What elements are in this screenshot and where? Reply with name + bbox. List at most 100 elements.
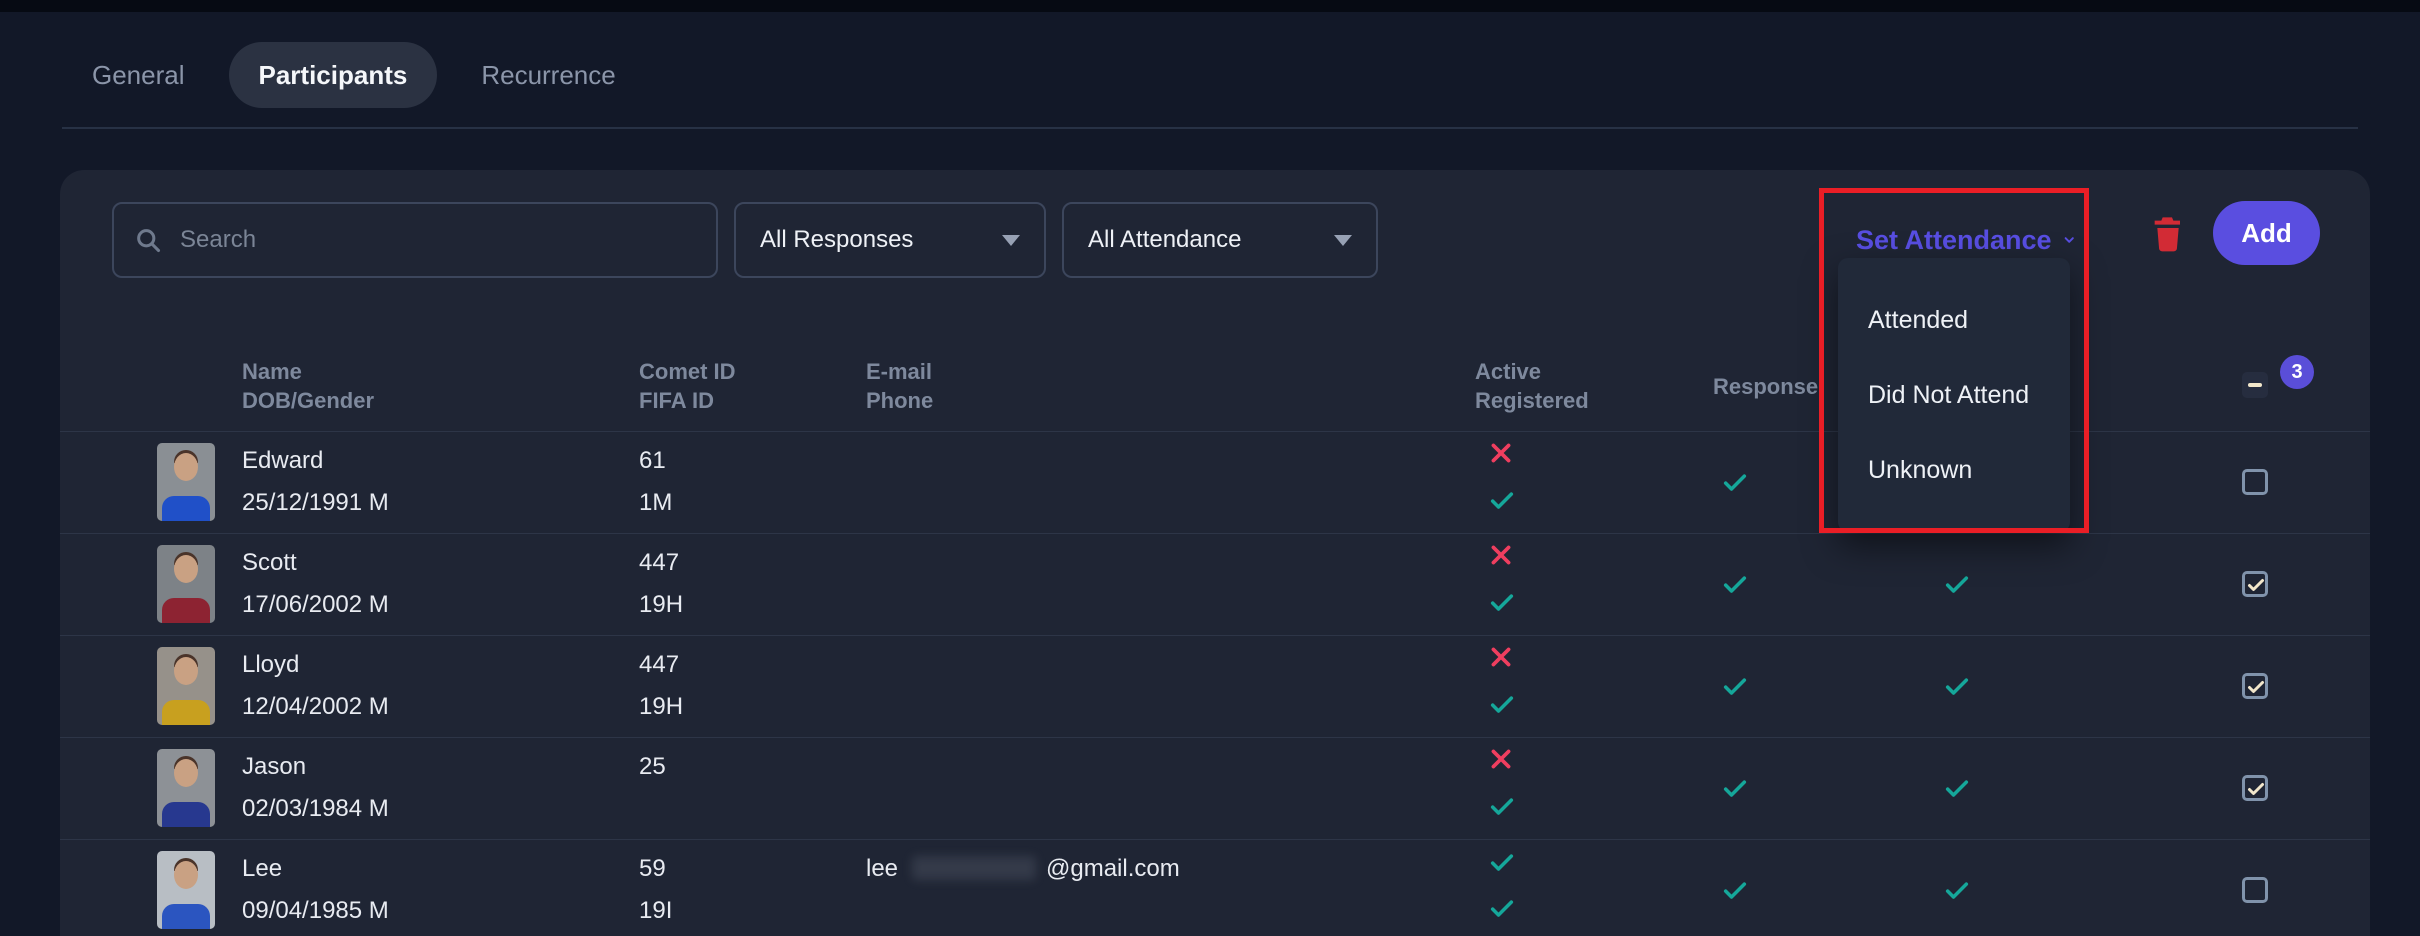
active-status-icon — [1488, 440, 1516, 468]
comet-id: 25 — [639, 752, 666, 782]
comet-id: 61 — [639, 446, 666, 476]
x-icon — [1488, 644, 1514, 670]
active-status-icon — [1488, 644, 1516, 672]
trash-icon[interactable] — [2152, 214, 2184, 254]
comet-id: 59 — [639, 854, 666, 884]
fifa-id: 1M — [639, 488, 672, 518]
attendance-filter-value: All Attendance — [1088, 226, 1241, 254]
header-name-dob: Name DOB/Gender — [242, 357, 374, 415]
responses-filter-select[interactable]: All Responses — [734, 202, 1046, 278]
registered-status-icon — [1488, 690, 1516, 718]
menu-item-did-not-attend[interactable]: Did Not Attend — [1838, 358, 2070, 433]
avatar — [157, 647, 215, 725]
menu-item-unknown[interactable]: Unknown — [1838, 433, 2070, 508]
check-icon — [1721, 468, 1749, 496]
header-email-phone: E-mail Phone — [866, 357, 933, 415]
tab-recurrence[interactable]: Recurrence — [451, 42, 645, 108]
tab-participants[interactable]: Participants — [229, 42, 438, 108]
attendance-status-icon — [1943, 672, 1971, 700]
check-icon — [1721, 570, 1749, 598]
registered-status-icon — [1488, 792, 1516, 820]
response-status-icon — [1721, 570, 1749, 598]
check-icon — [1943, 876, 1971, 904]
attendance-status-icon — [1943, 774, 1971, 802]
check-icon — [1488, 848, 1516, 876]
avatar — [157, 749, 215, 827]
checkmark-icon — [2246, 575, 2266, 595]
check-icon — [1943, 774, 1971, 802]
row-checkbox[interactable] — [2242, 775, 2268, 801]
participant-name: Lee — [242, 854, 282, 884]
row-checkbox[interactable] — [2242, 877, 2268, 903]
x-icon — [1488, 746, 1514, 772]
participant-name: Jason — [242, 752, 306, 782]
participant-name: Edward — [242, 446, 323, 476]
check-icon — [1488, 690, 1516, 718]
participant-dob-gender: 09/04/1985 M — [242, 896, 389, 926]
avatar — [157, 851, 215, 929]
tabs: GeneralParticipantsRecurrence — [62, 42, 646, 108]
set-attendance-label: Set Attendance — [1856, 225, 2052, 256]
header-comet-fifa: Comet ID FIFA ID — [639, 357, 736, 415]
avatar — [157, 545, 215, 623]
checkmark-icon — [2246, 779, 2266, 799]
add-button[interactable]: Add — [2213, 201, 2320, 265]
x-icon — [1488, 440, 1514, 466]
search-icon — [134, 226, 162, 254]
search-box[interactable] — [112, 202, 718, 278]
check-icon — [1721, 876, 1749, 904]
check-icon — [1721, 672, 1749, 700]
check-icon — [1943, 570, 1971, 598]
header-active-registered: Active Registered — [1475, 357, 1589, 415]
email-prefix: lee — [866, 854, 898, 884]
participant-name: Lloyd — [242, 650, 299, 680]
registered-status-icon — [1488, 894, 1516, 922]
check-icon — [1488, 792, 1516, 820]
set-attendance-menu: AttendedDid Not AttendUnknown — [1838, 258, 2070, 532]
fifa-id: 19H — [639, 692, 683, 722]
participant-dob-gender: 17/06/2002 M — [242, 590, 389, 620]
active-status-icon — [1488, 542, 1516, 570]
window-top-strip — [0, 0, 2420, 12]
check-icon — [1943, 672, 1971, 700]
table-row[interactable]: Lloyd 12/04/2002 M 447 19H — [60, 635, 2370, 737]
attendance-filter-select[interactable]: All Attendance — [1062, 202, 1378, 278]
response-status-icon — [1721, 468, 1749, 496]
participant-dob-gender: 12/04/2002 M — [242, 692, 389, 722]
registered-status-icon — [1488, 486, 1516, 514]
caret-down-icon — [1002, 235, 1020, 246]
x-icon — [1488, 542, 1514, 568]
search-input[interactable] — [178, 225, 696, 255]
comet-id: 447 — [639, 650, 679, 680]
response-status-icon — [1721, 672, 1749, 700]
check-icon — [1488, 486, 1516, 514]
selected-count-badge: 3 — [2280, 355, 2314, 389]
tabs-divider — [62, 127, 2358, 129]
check-icon — [1488, 588, 1516, 616]
attendance-status-icon — [1943, 570, 1971, 598]
participants-card: All Responses All Attendance Set Attenda… — [60, 170, 2370, 936]
attendance-status-icon — [1943, 876, 1971, 904]
row-checkbox[interactable] — [2242, 571, 2268, 597]
email-redaction-blur — [912, 856, 1036, 880]
header-response: Response — [1713, 372, 1818, 401]
row-checkbox[interactable] — [2242, 469, 2268, 495]
responses-filter-value: All Responses — [760, 226, 913, 254]
fifa-id: 19I — [639, 896, 672, 926]
caret-down-icon — [1334, 235, 1352, 246]
menu-item-attended[interactable]: Attended — [1838, 283, 2070, 358]
active-status-icon — [1488, 746, 1516, 774]
table-row[interactable]: Lee 09/04/1985 M 59 19I lee @gmail.com — [60, 839, 2370, 936]
tab-general[interactable]: General — [62, 42, 215, 108]
select-all-checkbox[interactable] — [2242, 372, 2268, 398]
chevron-down-icon — [2062, 227, 2076, 253]
checkmark-icon — [2246, 677, 2266, 697]
active-status-icon — [1488, 848, 1516, 876]
check-icon — [1488, 894, 1516, 922]
participant-dob-gender: 02/03/1984 M — [242, 794, 389, 824]
row-checkbox[interactable] — [2242, 673, 2268, 699]
check-icon — [1721, 774, 1749, 802]
table-row[interactable]: Jason 02/03/1984 M 25 — [60, 737, 2370, 839]
indeterminate-dash-icon — [2248, 383, 2262, 387]
table-row[interactable]: Scott 17/06/2002 M 447 19H — [60, 533, 2370, 635]
